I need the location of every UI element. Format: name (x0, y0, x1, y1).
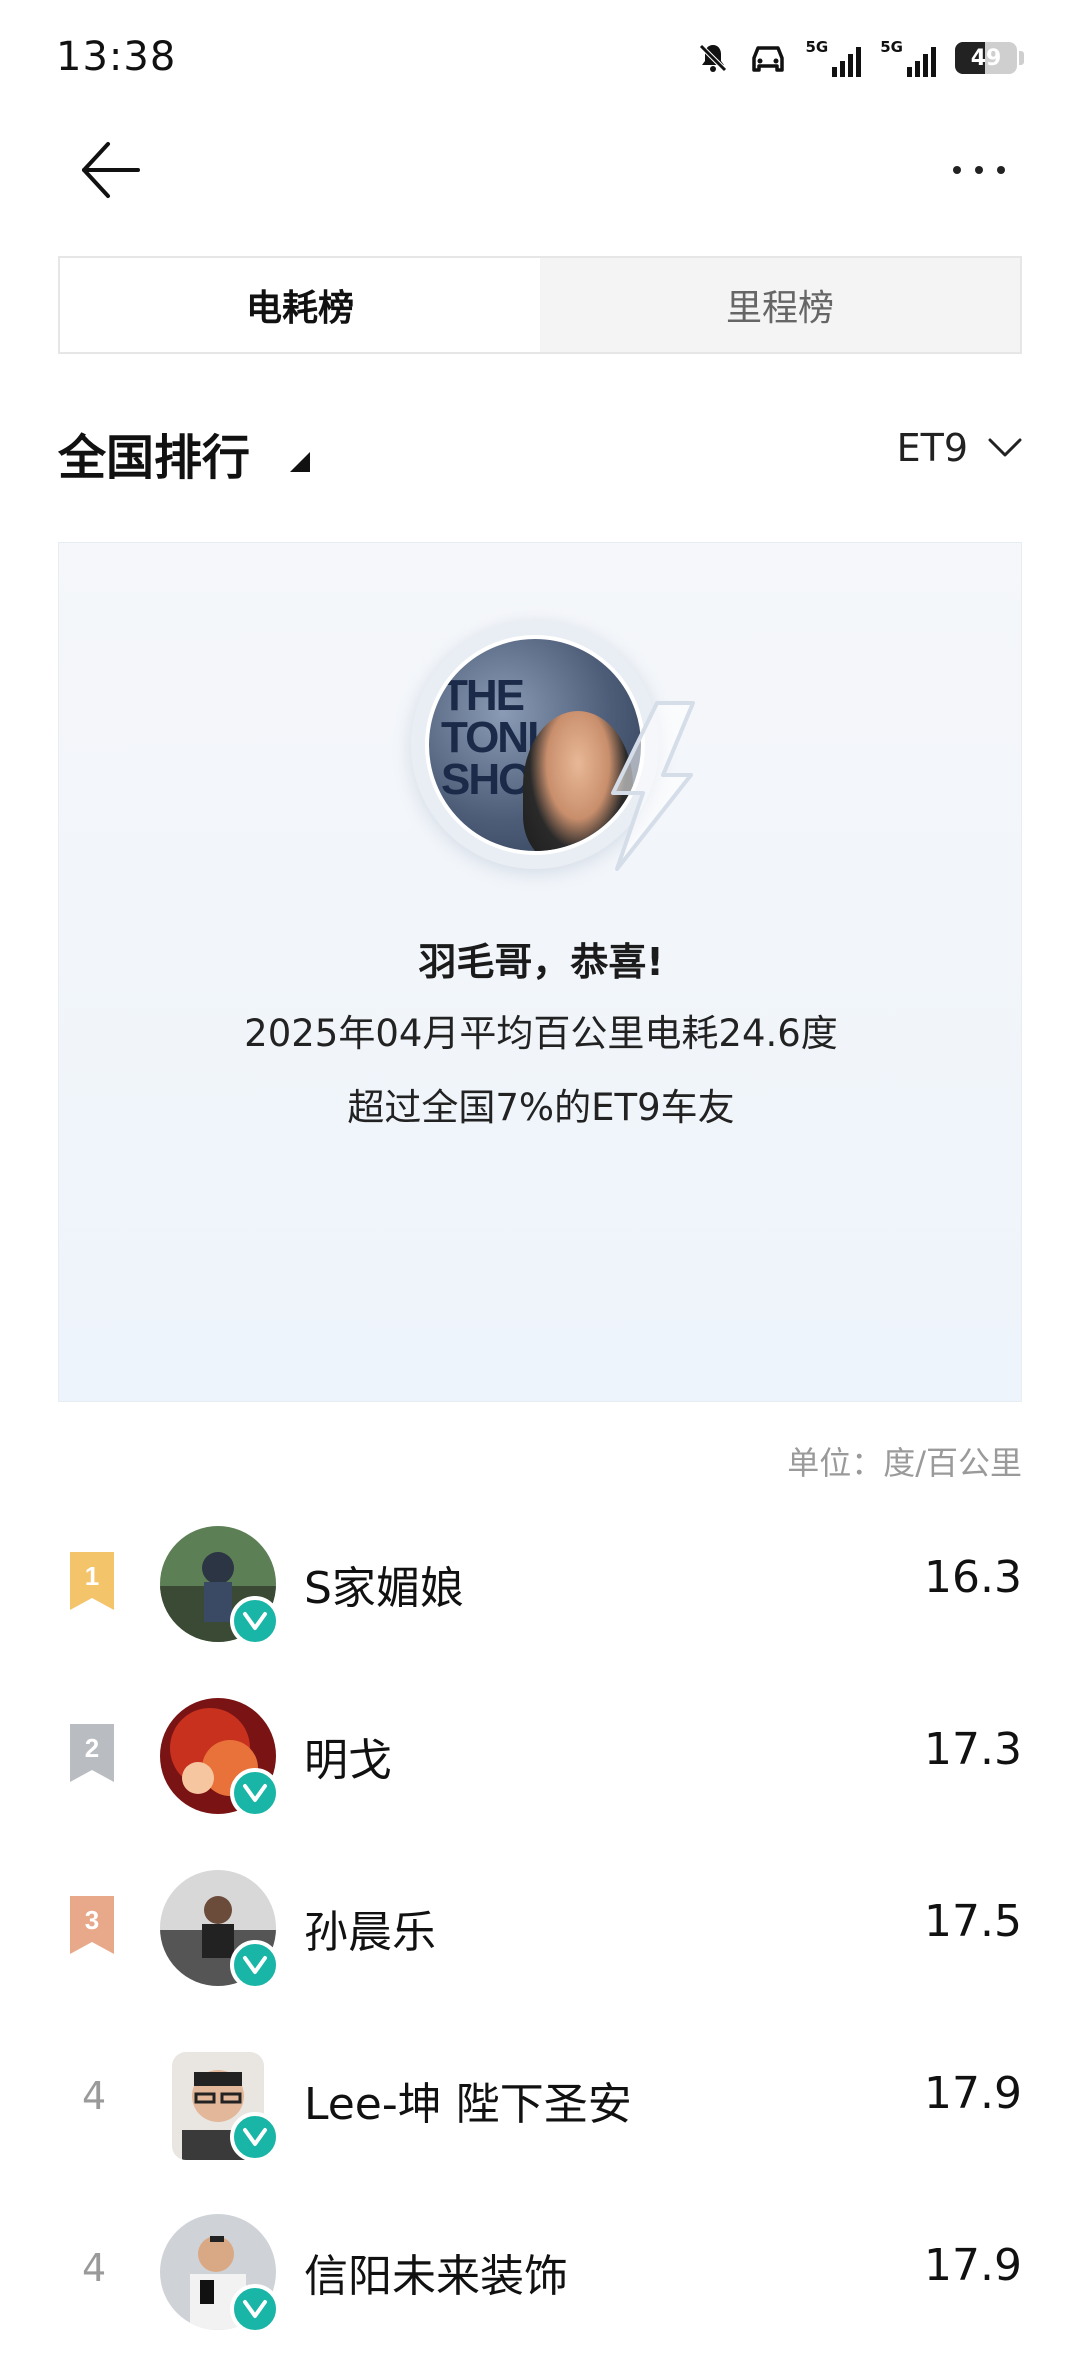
list-item[interactable]: 1 S家媚娘 16.3 (58, 1500, 1022, 1672)
nav-bar (0, 120, 1080, 250)
status-time: 13:38 (56, 34, 177, 80)
user-name: 明戈 (304, 1735, 392, 1786)
congrats-text: 羽毛哥，恭喜! (418, 940, 664, 984)
user-consumption: 17.3 (924, 1724, 1022, 1775)
list-item[interactable]: 4 信阳未来装饰 17.9 (58, 2188, 1022, 2360)
user-consumption: 17.9 (924, 2068, 1022, 2119)
user-name: 孙晨乐 (304, 1907, 436, 1958)
battery-icon: 49 (955, 42, 1017, 74)
battery-tip (1019, 51, 1024, 65)
signal-bars-icon (832, 46, 862, 77)
list-item[interactable]: 3 孙晨乐 17.5 (58, 1844, 1022, 2016)
rank-number: 4 (82, 2246, 107, 2290)
list-item[interactable]: 4 Lee-坤 陛下圣安 17.9 (58, 2016, 1022, 2188)
tab-mileage[interactable]: 里程榜 (540, 258, 1020, 352)
ranking-list: 1 S家媚娘 16.3 2 明戈 17.3 3 孙晨乐 17.5 4 Lee-坤… (58, 1500, 1022, 2360)
more-dot (997, 166, 1005, 174)
svg-text:2: 2 (85, 1733, 99, 1763)
gold-rank-badge: 1 (70, 1552, 114, 1610)
verified-badge-icon (230, 2284, 280, 2334)
unit-label: 单位：度/百公里 (787, 1444, 1022, 1482)
user-consumption: 17.9 (924, 2240, 1022, 2291)
user-consumption: 16.3 (924, 1552, 1022, 1603)
bronze-rank-badge: 3 (70, 1896, 114, 1954)
network-label-2: 5G (880, 37, 903, 56)
verified-badge-icon (230, 2112, 280, 2162)
more-dot (953, 166, 961, 174)
model-label: ET9 (896, 426, 968, 470)
more-button[interactable] (934, 130, 1024, 210)
chevron-down-icon (988, 438, 1022, 457)
ranking-header: 全国排行 ET9 (58, 410, 1022, 490)
my-summary-card: THE TONI SHOW 羽毛哥，恭喜! 2025年04月平均百公里电耗24.6度… (58, 542, 1022, 1402)
user-name: 信阳未来装饰 (304, 2251, 568, 2302)
network-label-1: 5G (805, 37, 829, 56)
status-icons: 5G 5G 49 (696, 36, 1024, 80)
lightning-icon (611, 701, 695, 871)
verified-badge-icon (230, 1768, 280, 1818)
bell-muted-icon (698, 44, 727, 72)
model-selector[interactable]: ET9 (897, 426, 1022, 470)
my-avatar[interactable]: THE TONI SHOW (411, 621, 695, 871)
summary-percentile: 超过全国7%的ET9车友 (347, 1086, 735, 1129)
signal-bars-icon (907, 46, 936, 77)
silver-rank-badge: 2 (70, 1724, 114, 1782)
more-dot (975, 166, 983, 174)
summary-consumption: 2025年04月平均百公里电耗24.6度 (244, 1012, 838, 1055)
ranking-scope-selector[interactable]: 全国排行 (58, 418, 250, 488)
user-consumption: 17.5 (924, 1896, 1022, 1947)
status-bar: 13:38 5G 5G 49 (0, 0, 1080, 120)
battery-level: 49 (970, 45, 1002, 71)
user-name: Lee-坤 陛下圣安 (304, 2079, 632, 2130)
arrow-left-icon (82, 142, 140, 198)
caret-icon (290, 452, 310, 472)
user-name: S家媚娘 (304, 1563, 464, 1614)
tab-energy[interactable]: 电耗榜 (60, 258, 540, 352)
svg-text:3: 3 (85, 1905, 99, 1935)
list-item[interactable]: 2 明戈 17.3 (58, 1672, 1022, 1844)
back-button[interactable] (70, 130, 150, 210)
car-icon (751, 46, 784, 72)
verified-badge-icon (230, 1940, 280, 1990)
rank-number: 4 (82, 2074, 107, 2118)
verified-badge-icon (230, 1596, 280, 1646)
signal-1: 5G (805, 37, 863, 77)
leaderboard-tabs: 电耗榜 里程榜 (58, 256, 1022, 354)
svg-text:1: 1 (85, 1561, 99, 1591)
signal-2: 5G (880, 37, 937, 77)
